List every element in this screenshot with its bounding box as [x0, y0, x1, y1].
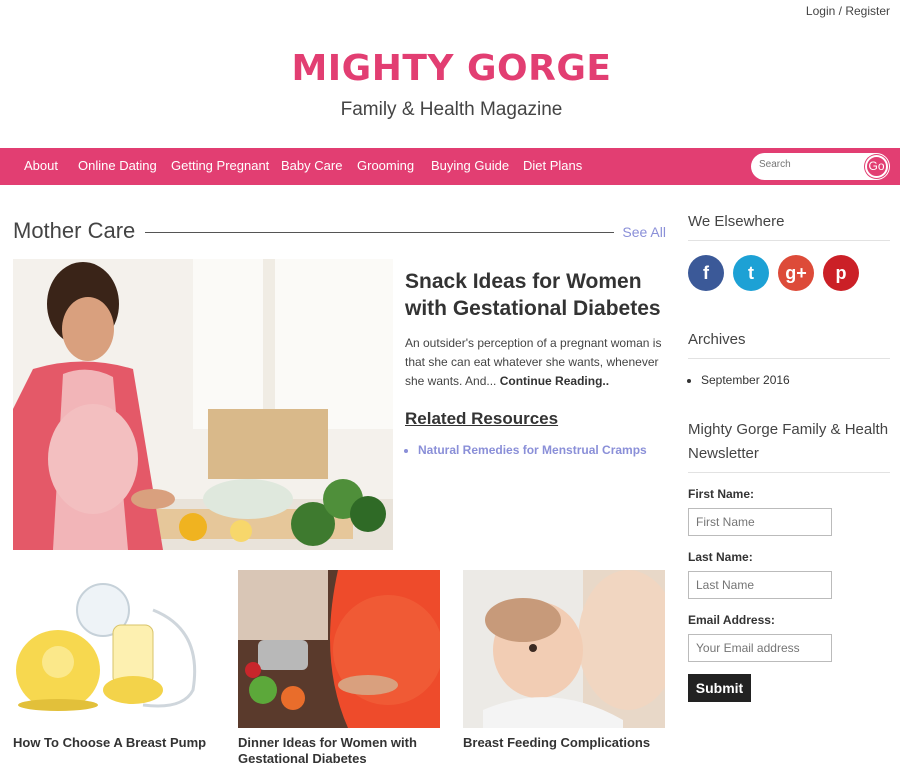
- search-go-button[interactable]: Go: [865, 155, 888, 178]
- archives-list: September 2016: [701, 373, 890, 387]
- register-link[interactable]: Register: [845, 4, 890, 18]
- account-links: Login / Register: [806, 4, 890, 18]
- nav-item-online-dating[interactable]: Online Dating: [78, 158, 157, 173]
- social-icons: f t g+ p: [688, 255, 890, 293]
- facebook-icon[interactable]: f: [688, 255, 724, 291]
- first-name-field[interactable]: [688, 508, 832, 536]
- submit-button[interactable]: Submit: [688, 674, 751, 702]
- last-name-label: Last Name:: [688, 550, 753, 564]
- continue-reading-link[interactable]: Continue Reading..: [500, 374, 609, 388]
- archives-title: Archives: [688, 328, 890, 359]
- elsewhere-title: We Elsewhere: [688, 210, 890, 241]
- thumb-caption-breast-feeding[interactable]: Breast Feeding Complications: [463, 735, 673, 751]
- search-box: Go: [751, 153, 890, 180]
- archive-item[interactable]: September 2016: [701, 373, 890, 387]
- email-label: Email Address:: [688, 613, 775, 627]
- thumb-image-dinner[interactable]: [238, 570, 440, 728]
- last-name-field[interactable]: [688, 571, 832, 599]
- site-title[interactable]: MIGHTY GORGE: [0, 48, 900, 89]
- sidebar: We Elsewhere f t g+ p Archives September…: [688, 210, 890, 702]
- account-separator: /: [835, 4, 846, 18]
- thumb-caption-dinner[interactable]: Dinner Ideas for Women with Gestational …: [238, 735, 448, 767]
- nav-item-buying-guide[interactable]: Buying Guide: [431, 158, 509, 173]
- nav-item-diet-plans[interactable]: Diet Plans: [523, 158, 582, 173]
- feature-image[interactable]: [13, 259, 393, 550]
- pinterest-icon[interactable]: p: [823, 255, 859, 291]
- newsletter-title: Mighty Gorge Family & Health Newsletter: [688, 418, 890, 473]
- related-resources-list: Natural Remedies for Menstrual Cramps: [418, 443, 665, 457]
- site-tagline: Family & Health Magazine: [340, 99, 563, 120]
- feature-article: Snack Ideas for Women with Gestational D…: [405, 268, 665, 457]
- login-link[interactable]: Login: [806, 4, 835, 18]
- email-field[interactable]: [688, 634, 832, 662]
- nav-item-baby-care[interactable]: Baby Care: [281, 158, 342, 173]
- google-plus-icon[interactable]: g+: [778, 255, 814, 291]
- section-title: Mother Care: [13, 218, 136, 243]
- section-header: Mother Care See All: [13, 218, 666, 244]
- newsletter-widget: Mighty Gorge Family & Health Newsletter …: [688, 418, 890, 702]
- site-branding: MIGHTY GORGE Family & Health Magazine: [0, 48, 900, 121]
- archives-widget: Archives September 2016: [688, 328, 890, 387]
- section-divider: [145, 232, 614, 233]
- thumb-image-breast-feeding[interactable]: [463, 570, 665, 728]
- nav-item-about[interactable]: About: [24, 158, 58, 173]
- thumb-caption-breast-pump[interactable]: How To Choose A Breast Pump: [13, 735, 223, 751]
- search-input[interactable]: [759, 159, 859, 170]
- feature-excerpt: An outsider's perception of a pregnant w…: [405, 334, 665, 391]
- related-resources-heading: Related Resources: [405, 409, 559, 428]
- feature-title[interactable]: Snack Ideas for Women with Gestational D…: [405, 268, 665, 322]
- thumb-image-breast-pump[interactable]: [13, 570, 215, 728]
- nav-item-grooming[interactable]: Grooming: [357, 158, 414, 173]
- related-link[interactable]: Natural Remedies for Menstrual Cramps: [418, 443, 647, 457]
- twitter-icon[interactable]: t: [733, 255, 769, 291]
- list-item: Natural Remedies for Menstrual Cramps: [418, 443, 665, 457]
- see-all-link[interactable]: See All: [622, 224, 666, 240]
- first-name-label: First Name:: [688, 487, 755, 501]
- main-navigation: About Online Dating Getting Pregnant Bab…: [0, 148, 900, 185]
- nav-item-getting-pregnant[interactable]: Getting Pregnant: [171, 158, 269, 173]
